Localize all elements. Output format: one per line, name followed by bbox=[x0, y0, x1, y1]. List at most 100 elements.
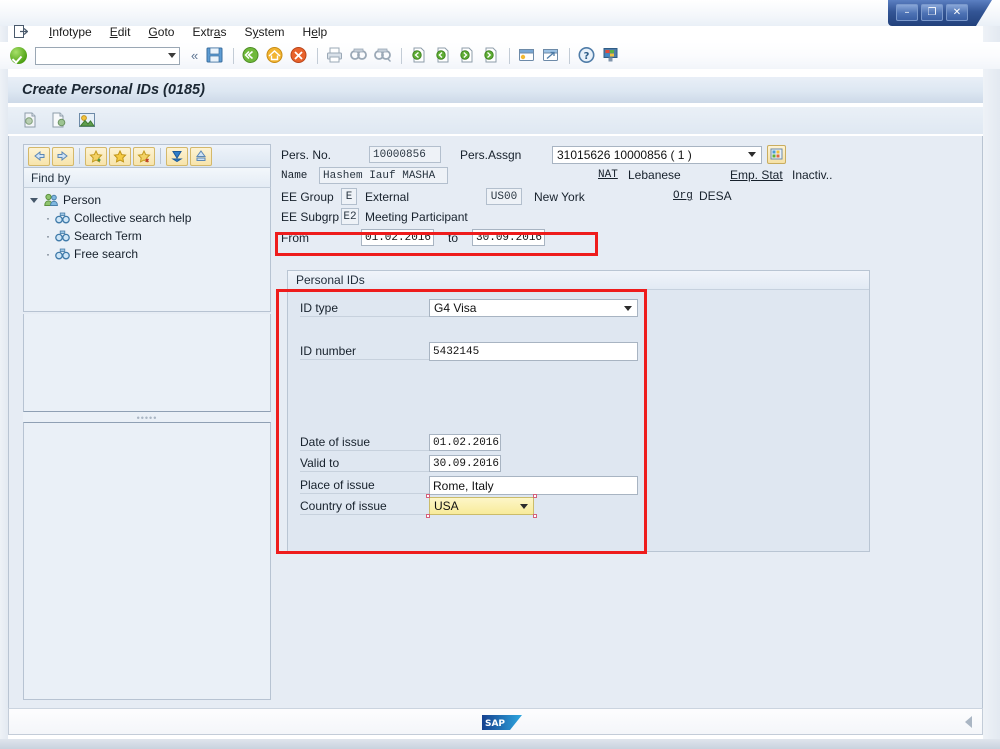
menu-bar: Infotype Edit Goto Extras System Help bbox=[0, 22, 1000, 42]
find-icon[interactable] bbox=[349, 46, 370, 66]
resize-grip-icon[interactable] bbox=[965, 716, 972, 728]
date-of-issue-label: Date of issue bbox=[300, 434, 429, 451]
infotype-content: Pers. No. 10000856 Pers.Assgn 31015626 1… bbox=[273, 136, 984, 708]
row-org: Org DESA bbox=[673, 189, 732, 203]
sidebar-header: Find by bbox=[23, 168, 271, 188]
print-icon[interactable] bbox=[325, 46, 346, 66]
sidebar-toolbar bbox=[23, 144, 271, 168]
save-icon[interactable] bbox=[205, 46, 226, 66]
menu-item-system-pre: S bbox=[244, 25, 253, 39]
menu-item-help[interactable]: Help bbox=[294, 24, 337, 40]
pers-assgn-value: 31015626 10000856 ( 1 ) bbox=[557, 147, 692, 162]
id-type-dropdown[interactable]: G4 Visa bbox=[429, 299, 638, 317]
chevron-down-icon[interactable] bbox=[624, 305, 632, 311]
sidebar-item-free-search-label: Free search bbox=[74, 247, 139, 261]
sidebar-item-collective-search-help[interactable]: · Collective search help bbox=[24, 209, 270, 227]
menu-item-infotype-rest: nfotype bbox=[52, 25, 92, 39]
copy-infotype-icon[interactable] bbox=[22, 111, 43, 131]
person-details-icon[interactable] bbox=[78, 111, 99, 131]
row-valid-to: Valid to 30.09.2016 bbox=[300, 455, 501, 472]
next-page-icon[interactable] bbox=[457, 46, 478, 66]
pers-no-field[interactable]: 10000856 bbox=[369, 146, 441, 163]
create-session-icon[interactable] bbox=[517, 46, 538, 66]
pers-assgn-dropdown[interactable]: 31015626 10000856 ( 1 ) bbox=[552, 145, 762, 164]
persons-icon bbox=[44, 193, 59, 207]
menu-item-system[interactable]: System bbox=[235, 24, 293, 40]
personal-ids-group-title: Personal IDs bbox=[288, 271, 869, 290]
sidebar-splitter-handle[interactable]: ••••• bbox=[23, 413, 271, 422]
row-id-number: ID number 5432145 bbox=[300, 342, 638, 361]
org-label: Org bbox=[673, 190, 693, 202]
restore-button[interactable]: ❐ bbox=[921, 4, 943, 21]
country-of-issue-wrapper: USA bbox=[426, 494, 537, 518]
multiple-selection-icon[interactable] bbox=[767, 145, 786, 164]
svg-text:SAP: SAP bbox=[485, 719, 505, 729]
status-bar: SAP bbox=[8, 708, 983, 735]
date-of-issue-field[interactable]: 01.02.2016 bbox=[429, 434, 501, 451]
pers-area-text: New York bbox=[534, 189, 585, 204]
sap-logo: SAP bbox=[482, 715, 522, 730]
sidebar-toolbar-separator-1 bbox=[79, 148, 80, 164]
place-of-issue-field[interactable]: Rome, Italy bbox=[429, 476, 638, 495]
upload-icon[interactable] bbox=[190, 146, 212, 166]
ee-group-text: External bbox=[365, 189, 410, 204]
row-name: Name Hashem Iauf MASHA bbox=[281, 167, 448, 184]
row-country-of-issue: Country of issue USA bbox=[300, 494, 537, 518]
customize-layout-icon[interactable] bbox=[601, 46, 622, 66]
valid-to-field[interactable]: 30.09.2016 bbox=[429, 455, 501, 472]
sap-gui-window: – ❐ ✕ Infotype Edit Goto Extras System H… bbox=[0, 0, 1000, 749]
close-button[interactable]: ✕ bbox=[946, 4, 968, 21]
tree-node-person[interactable]: Person bbox=[24, 191, 270, 209]
toolbar-separator-2 bbox=[317, 47, 319, 64]
enter-check-icon[interactable] bbox=[10, 47, 27, 64]
menu-item-goto[interactable]: Goto bbox=[139, 24, 183, 40]
collapse-toolbar-icon[interactable]: « bbox=[187, 48, 202, 63]
forward-arrow-icon[interactable] bbox=[52, 146, 74, 166]
remove-favorite-icon[interactable] bbox=[133, 146, 155, 166]
to-date-field[interactable]: 30.09.2016 bbox=[472, 229, 546, 246]
from-date-field[interactable]: 01.02.2016 bbox=[361, 229, 434, 246]
download-icon[interactable] bbox=[166, 146, 188, 166]
exit-door-icon[interactable] bbox=[14, 25, 30, 39]
menu-item-edit[interactable]: Edit bbox=[101, 24, 140, 40]
menu-item-extras[interactable]: Extras bbox=[183, 24, 235, 40]
id-type-value: G4 Visa bbox=[434, 301, 477, 315]
last-page-icon[interactable] bbox=[481, 46, 502, 66]
find-next-icon[interactable] bbox=[373, 46, 394, 66]
tree-node-person-label: Person bbox=[63, 193, 102, 207]
add-favorite-icon[interactable] bbox=[85, 146, 107, 166]
cancel-red-icon[interactable] bbox=[289, 46, 310, 66]
previous-page-icon[interactable] bbox=[433, 46, 454, 66]
country-of-issue-value: USA bbox=[434, 499, 459, 513]
menu-item-extras-post: s bbox=[220, 25, 227, 39]
menu-item-help-pre: H bbox=[302, 25, 312, 39]
chevron-down-icon[interactable] bbox=[30, 197, 38, 203]
menu-item-infotype[interactable]: Infotype bbox=[40, 24, 101, 40]
create-shortcut-icon[interactable] bbox=[541, 46, 562, 66]
sidebar-item-free-search[interactable]: · Free search bbox=[24, 245, 270, 263]
chevron-down-icon[interactable] bbox=[168, 53, 176, 58]
screen-title-bar: Create Personal IDs (0185) bbox=[8, 76, 983, 103]
function-toolbar bbox=[8, 107, 983, 134]
exit-yellow-icon[interactable] bbox=[265, 46, 286, 66]
favorite-star-icon[interactable] bbox=[109, 146, 131, 166]
chevron-down-icon[interactable] bbox=[520, 503, 528, 509]
chevron-down-icon[interactable] bbox=[748, 152, 756, 157]
first-page-icon[interactable] bbox=[409, 46, 430, 66]
row-pers-no: Pers. No. 10000856 bbox=[281, 146, 441, 163]
insert-infotype-icon[interactable] bbox=[50, 111, 71, 131]
help-icon[interactable]: ? bbox=[577, 46, 598, 66]
main-canvas: Find by Person · Collective search help … bbox=[8, 136, 983, 708]
id-number-field[interactable]: 5432145 bbox=[429, 342, 638, 361]
back-arrow-icon[interactable] bbox=[28, 146, 50, 166]
sidebar-toolbar-separator-2 bbox=[160, 148, 161, 164]
menu-item-edit-rest: dit bbox=[117, 25, 131, 39]
country-of-issue-dropdown[interactable]: USA bbox=[429, 497, 534, 515]
minimize-button[interactable]: – bbox=[896, 4, 918, 21]
personal-ids-fields: ID type G4 Visa ID number 5432145 Date o… bbox=[288, 290, 869, 552]
back-green-icon[interactable] bbox=[241, 46, 262, 66]
pers-assgn-label: Pers.Assgn bbox=[460, 147, 522, 162]
command-field[interactable] bbox=[35, 46, 180, 65]
row-emp-stat: Emp. Stat Inactiv.. bbox=[730, 168, 832, 182]
sidebar-item-search-term[interactable]: · Search Term bbox=[24, 227, 270, 245]
